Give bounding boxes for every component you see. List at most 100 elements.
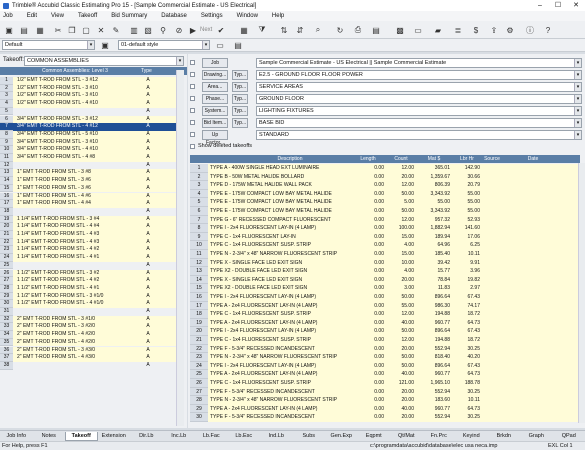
type-button[interactable]: Typ... (232, 94, 248, 104)
menu-item-bid-summary[interactable]: Bid Summary (111, 13, 147, 19)
field-checkbox[interactable] (190, 96, 195, 101)
table-row[interactable]: 28 TYPE N - 2-3/4" x 48" NARROW FLUORESCE… (190, 396, 578, 405)
field-combo[interactable]: STANDARD ▾ (256, 130, 582, 140)
table-row[interactable]: 11 TYPE N - 2-3/4" x 48" NARROW FLUORESCE… (190, 250, 578, 259)
close-button[interactable]: ✕ (567, 0, 585, 11)
table-row[interactable]: 23 TYPE N - 2-3/4" x 48" NARROW FLUORESCE… (190, 353, 578, 362)
database-icon[interactable]: ≣ (452, 24, 464, 36)
field-button[interactable]: Drawing... (202, 70, 228, 80)
paste-icon[interactable]: ▢ (80, 24, 92, 36)
menu-item-edit[interactable]: Edit (27, 13, 37, 19)
menu-item-window[interactable]: Window (237, 13, 258, 19)
show-deleted-checkbox[interactable] (190, 144, 195, 149)
table-row[interactable]: 19 TYPE A - 2x4 FLUORESCENT LAY-IN (4 LAM… (190, 318, 578, 328)
print-icon[interactable]: ⎙ (352, 24, 364, 36)
field-combo[interactable]: GROUND FLOOR ▾ (256, 94, 582, 104)
price-icon[interactable]: $ (470, 24, 482, 36)
table-row[interactable]: 16 TYPE I - 2x4 FLUORESCENT LAY-IN (4 LAM… (190, 293, 578, 302)
type-button[interactable]: Typ... (232, 106, 248, 116)
list-item[interactable]: 20 1 1/4" EMT T-ROD FROM STL - 4 #4 A (0, 223, 180, 231)
check-icon[interactable]: ✔ (215, 24, 227, 36)
list-item[interactable]: 30 1 1/2" EMT T-ROD FROM STL - 4 #1/0 A (0, 300, 180, 308)
funnel-icon[interactable]: ⧩ (256, 24, 268, 36)
table-row[interactable]: 7 TYPE G - 6" RECESSED COMPACT FLUORESCEN… (190, 215, 578, 225)
list-item[interactable]: 37 2" EMT T-ROD FROM STL - 4 #3/0 A (0, 354, 180, 362)
tab-job-info[interactable]: Job Info (0, 432, 33, 441)
type-button[interactable]: Typ... (232, 70, 248, 80)
tab-ind-lb[interactable]: Ind.Lb (260, 432, 293, 441)
field-combo[interactable]: E2.5 - GROUND FLOOR FLOOR POWER ▾ (256, 70, 582, 80)
copy-icon[interactable]: ❐ (66, 24, 78, 36)
list-item[interactable]: 15 1" EMT T-ROD FROM STL - 3 #6 A (0, 184, 180, 193)
filter-icon[interactable]: ⚲ (157, 24, 169, 36)
estimate-combo[interactable]: Default ▾ (2, 40, 95, 50)
list-item[interactable]: 8 3/4" EMT T-ROD FROM STL - 5 #10 A (0, 130, 180, 139)
list-item[interactable]: 34 2" EMT T-ROD FROM STL - 4 #2/0 A (0, 331, 180, 339)
list-item[interactable]: 6 3/4" EMT T-ROD FROM STL - 3 #12 A (0, 115, 180, 124)
table-row[interactable]: 30 TYPE F - 5-3/4" RECESSED INCANDESCENT 0… (190, 413, 578, 422)
list-item[interactable]: 9 3/4" EMT T-ROD FROM STL - 3 #10 A (0, 138, 180, 147)
tab-dir-lb[interactable]: Dir.Lb (130, 432, 163, 441)
field-button[interactable]: Phase... (202, 94, 228, 104)
tab-lb-esc[interactable]: Lb.Esc (228, 432, 261, 441)
tab-qpad[interactable]: QPad (553, 432, 585, 441)
menu-item-database[interactable]: Database (161, 13, 187, 19)
tab-gen-exp[interactable]: Gen.Exp (325, 432, 358, 441)
table-row[interactable]: 29 TYPE A - 2x4 FLUORESCENT LAY-IN (4 LAM… (190, 404, 578, 414)
list-item[interactable]: 5A (0, 107, 180, 116)
menu-item-takeoff[interactable]: Takeoff (78, 13, 97, 19)
settings-icon[interactable]: ⚙ (504, 24, 516, 36)
play-icon[interactable]: ▶ (187, 24, 199, 36)
list-item[interactable]: 35 2" EMT T-ROD FROM STL - 4 #2/0 A (0, 338, 180, 347)
list-item[interactable]: 14 1" EMT T-ROD FROM STL - 3 #6 A (0, 177, 180, 185)
table-row[interactable]: 5 TYPE E - 175W COMPACT LOW BAY METAL HAL… (190, 198, 578, 207)
style-combo[interactable]: 01-default style ▾ (118, 40, 210, 50)
tab-qt-mat[interactable]: Qt/Mat (390, 432, 423, 441)
report-icon[interactable]: ▤ (370, 24, 382, 36)
field-combo[interactable]: BASE BID ▾ (256, 118, 582, 128)
field-button[interactable]: Up Factor... (202, 130, 228, 146)
list-item[interactable]: 28 1 1/2" EMT T-ROD FROM STL - 4 #1 A (0, 284, 180, 293)
list-item[interactable]: 10 3/4" EMT T-ROD FROM STL - 4 #10 A (0, 146, 180, 154)
field-checkbox[interactable] (190, 84, 195, 89)
list-item[interactable]: 23 1 1/4" EMT T-ROD FROM STL - 4 #2 A (0, 246, 180, 255)
list-item[interactable]: 13 1" EMT T-ROD FROM STL - 3 #8 A (0, 169, 180, 178)
save-icon[interactable]: ▣ (3, 24, 15, 36)
open-icon[interactable]: ▤ (18, 24, 30, 36)
list-item[interactable]: 21 1 1/4" EMT T-ROD FROM STL - 4 #3 A (0, 231, 180, 239)
table-row[interactable]: 24 TYPE I - 2x4 FLUORESCENT LAY-IN (4 LAM… (190, 361, 578, 371)
sort-ascending-icon[interactable]: ⇅ (278, 24, 290, 36)
stop-icon[interactable]: ⊘ (173, 24, 185, 36)
table-row[interactable]: 18 TYPE C - 1x4 FLUORESCENT SUSP. STRIP 0.… (190, 310, 578, 319)
copy-takeoff-icon[interactable]: ▧ (142, 24, 154, 36)
table-row[interactable]: 12 TYPE X - SINGLE FACE LED EXIT SIGN 0.00… (190, 258, 578, 268)
table-row[interactable]: 13 TYPE X2 - DOUBLE FACE LED EXIT SIGN 0.0… (190, 267, 578, 276)
sort-descending-icon[interactable]: ⇵ (294, 24, 306, 36)
table-row[interactable]: 4 TYPE E - 175W COMPACT LOW BAY METAL HAL… (190, 189, 578, 199)
list-item[interactable]: 2 1/2" EMT T-ROD FROM STL - 3 #10 A (0, 84, 180, 93)
field-button[interactable]: Bid Item... (202, 118, 228, 128)
list-item[interactable]: 27 1 1/2" EMT T-ROD FROM STL - 4 #2 A (0, 277, 180, 285)
monitor-icon[interactable]: ▭ (214, 39, 226, 51)
list-item[interactable]: 25 A (0, 261, 180, 270)
tab-keyind[interactable]: Keyind (455, 432, 488, 441)
field-combo[interactable]: Sample Commercial Estimate - US Electric… (256, 58, 582, 68)
truck-icon[interactable]: ▰ (432, 24, 444, 36)
menu-item-job[interactable]: Job (3, 13, 13, 19)
delete-icon[interactable]: ✕ (95, 24, 107, 36)
list-item[interactable]: 18 A (0, 207, 180, 216)
table-row[interactable]: 2 TYPE B - 50W METAL HALIDE BOLLARD 0.00 20… (190, 172, 578, 182)
table-row[interactable]: 17 TYPE A - 2x4 FLUORESCENT LAY-IN (4 LAM… (190, 301, 578, 311)
list-item[interactable]: 33 2" EMT T-ROD FROM STL - 3 #2/0 A (0, 323, 180, 332)
list-item[interactable]: 7 3/4" EMT T-ROD FROM STL - 4 #12 A (0, 123, 180, 131)
list-item[interactable]: 12 A (0, 161, 180, 170)
field-checkbox[interactable] (190, 132, 195, 137)
table-row[interactable]: 10 TYPE C - 1x4 FLUORESCENT SUSP. STRIP 0.… (190, 241, 578, 250)
tab-inc-lb[interactable]: Inc.Lb (163, 432, 196, 441)
type-button[interactable]: Typ... (232, 82, 248, 92)
menu-item-settings[interactable]: Settings (201, 13, 223, 19)
field-checkbox[interactable] (190, 60, 195, 65)
export-icon[interactable]: ⇪ (488, 24, 500, 36)
list-item[interactable]: 3 1/2" EMT T-ROD FROM STL - 3 #10 A (0, 92, 180, 101)
minimize-button[interactable]: – (531, 0, 549, 11)
